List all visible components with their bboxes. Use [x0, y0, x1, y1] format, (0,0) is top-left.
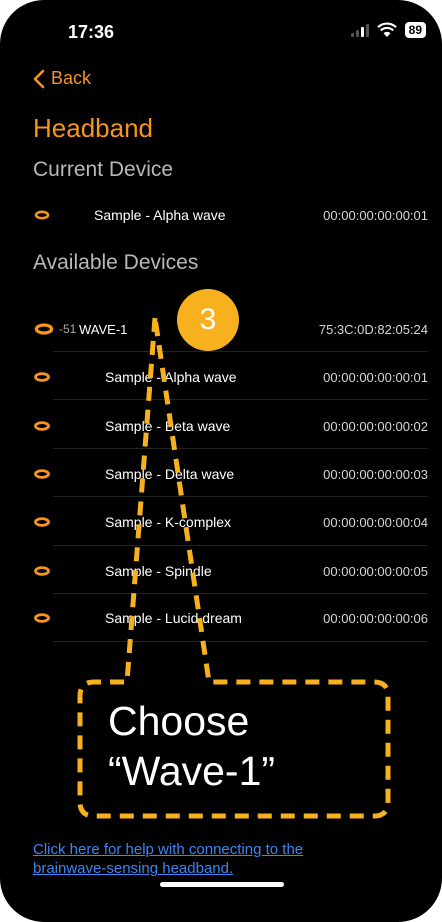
help-link[interactable]: Click here for help with connecting to t… [33, 840, 393, 878]
callout-line-2: “Wave-1” [108, 748, 276, 794]
callout-text: Choose “Wave-1” [108, 696, 275, 796]
phone-screen: 17:36 89 Back Headband Current Device Sa… [0, 0, 442, 922]
help-link-line-2: brainwave-sensing headband. [33, 860, 234, 877]
step-badge: 3 [177, 289, 239, 351]
callout-line-1: Choose [108, 698, 250, 744]
home-indicator[interactable] [160, 882, 284, 887]
help-link-line-1: Click here for help with connecting to t… [33, 841, 304, 858]
